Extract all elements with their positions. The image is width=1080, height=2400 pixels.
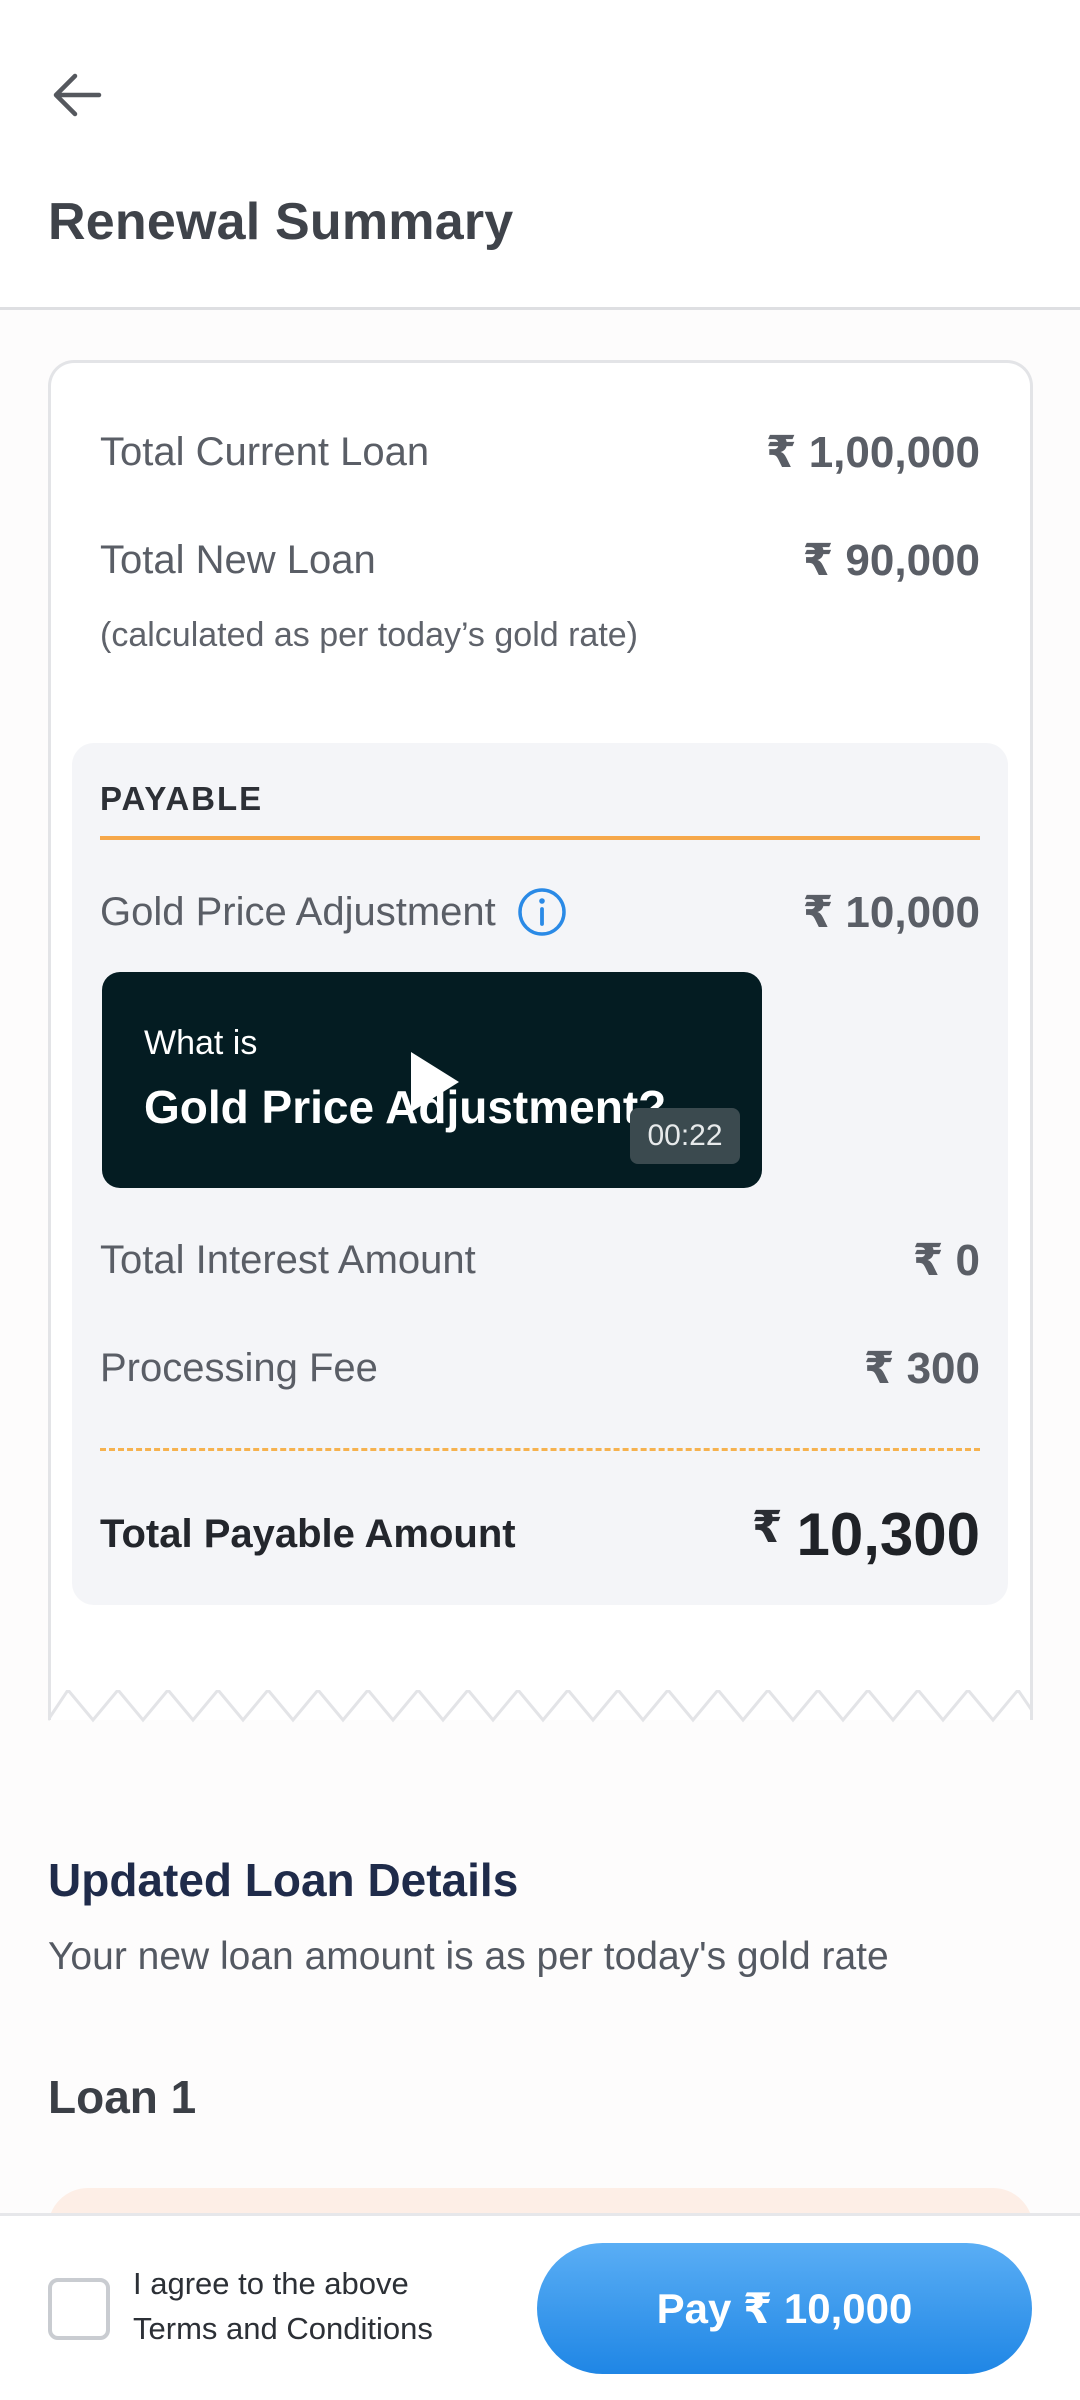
play-icon[interactable]	[407, 1048, 463, 1116]
current-loan-value: ₹ 1,00,000	[765, 428, 980, 477]
total-divider	[100, 1448, 980, 1451]
updated-loan-details-title: Updated Loan Details	[48, 1854, 519, 1906]
terms-label-line1: I agree to the above	[133, 2266, 409, 2301]
terms-label[interactable]: I agree to the above Terms and Condition…	[133, 2261, 433, 2351]
total-payable-currency: ₹	[751, 1503, 783, 1552]
video-title-line2: Gold Price Adjustment?	[144, 1081, 667, 1133]
total-payable-amount: 10,300	[796, 1501, 980, 1568]
new-loan-value: ₹ 90,000	[802, 536, 980, 585]
interest-label: Total Interest Amount	[100, 1238, 476, 1282]
app-header: Renewal Summary	[0, 0, 1080, 310]
payable-divider	[100, 836, 980, 840]
current-loan-row: Total Current Loan ₹ 1,00,000	[100, 427, 980, 478]
total-payable-row: Total Payable Amount ₹ 10,300	[100, 1500, 980, 1569]
info-icon[interactable]	[516, 886, 568, 938]
receipt-zigzag-edge	[48, 1680, 1033, 1723]
total-payable-value: ₹ 10,300	[752, 1500, 980, 1569]
new-loan-note: (calculated as per today’s gold rate)	[100, 616, 639, 654]
gold-adjustment-video[interactable]: What is Gold Price Adjustment? 00:22	[102, 972, 762, 1188]
video-duration-badge: 00:22	[630, 1108, 740, 1164]
arrow-left-icon	[53, 73, 102, 117]
current-loan-label: Total Current Loan	[100, 430, 430, 474]
updated-loan-details-subtitle: Your new loan amount is as per today's g…	[48, 1935, 889, 1978]
new-loan-row: Total New Loan ₹ 90,000	[100, 535, 980, 586]
interest-row: Total Interest Amount ₹ 0	[100, 1235, 980, 1286]
payable-heading: PAYABLE	[100, 780, 264, 817]
terms-label-line2: Terms and Conditions	[133, 2311, 433, 2346]
gold-adjustment-value: ₹ 10,000	[802, 887, 980, 937]
gold-adjustment-label: Gold Price Adjustment	[100, 889, 496, 934]
loan-1-title: Loan 1	[48, 2071, 197, 2123]
processing-fee-row: Processing Fee ₹ 300	[100, 1343, 980, 1394]
processing-fee-label: Processing Fee	[100, 1346, 378, 1390]
processing-fee-value: ₹ 300	[863, 1344, 980, 1393]
terms-checkbox[interactable]	[48, 2278, 110, 2340]
total-payable-label: Total Payable Amount	[100, 1512, 516, 1556]
video-title-line1: What is	[144, 1024, 258, 1062]
pay-button[interactable]: Pay ₹ 10,000	[537, 2243, 1032, 2374]
back-button[interactable]	[40, 58, 114, 132]
bottom-action-bar: I agree to the above Terms and Condition…	[0, 2213, 1080, 2400]
gold-adjustment-row: Gold Price Adjustment ₹ 10,000	[100, 886, 980, 938]
page-title: Renewal Summary	[48, 193, 514, 251]
new-loan-label: Total New Loan	[100, 538, 376, 582]
interest-value: ₹ 0	[912, 1236, 980, 1285]
